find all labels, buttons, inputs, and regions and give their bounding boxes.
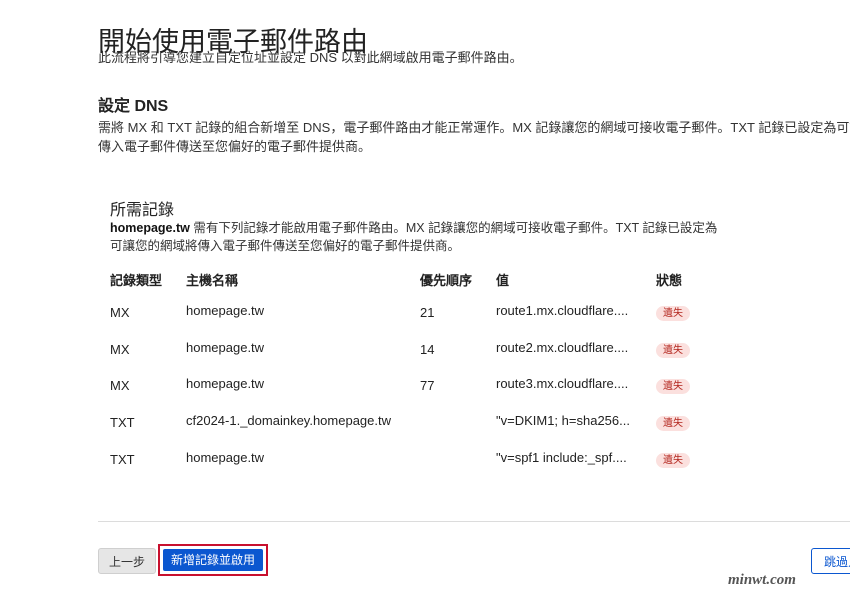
record-value: "v=spf1 include:_spf.... xyxy=(496,450,627,465)
record-type: TXT xyxy=(110,415,135,430)
records-title: 所需記錄 xyxy=(110,202,175,219)
record-priority: 21 xyxy=(420,305,435,320)
record-priority: 77 xyxy=(420,378,435,393)
record-type: MX xyxy=(110,305,130,320)
record-host: homepage.tw xyxy=(186,376,265,391)
add-records-and-enable-button[interactable]: 新增記錄並啟用 xyxy=(163,549,263,571)
column-header-host: 主機名稱 xyxy=(186,273,239,288)
page-intro: 此流程將引導您建立自定位址並設定 DNS 以對此網域啟用電子郵件路由。 xyxy=(98,50,523,65)
records-description: homepage.tw 需有下列記錄才能啟用電子郵件路由。MX 記錄讓您的網域可… xyxy=(110,219,717,255)
skip-button[interactable]: 跳過入 xyxy=(811,548,850,574)
record-host: cf2024-1._domainkey.homepage.tw xyxy=(186,413,391,428)
status-badge: 遺失 xyxy=(656,343,690,358)
status-badge: 遺失 xyxy=(656,379,690,394)
record-value: route3.mx.cloudflare.... xyxy=(496,376,629,391)
record-value: route1.mx.cloudflare.... xyxy=(496,303,629,318)
record-host: homepage.tw xyxy=(186,340,265,355)
records-desc-line-1-rest: 需有下列記錄才能啟用電子郵件路由。MX 記錄讓您的網域可接收電子郵件。TXT 記… xyxy=(189,221,718,235)
footer-divider xyxy=(98,521,850,522)
records-desc-line-1: homepage.tw 需有下列記錄才能啟用電子郵件路由。MX 記錄讓您的網域可… xyxy=(110,219,717,237)
records-domain: homepage.tw xyxy=(110,221,190,235)
back-button[interactable]: 上一步 xyxy=(98,548,156,574)
record-value: route2.mx.cloudflare.... xyxy=(496,340,629,355)
record-host: homepage.tw xyxy=(186,450,265,465)
records-desc-line-2: 可讓您的網域將傳入電子郵件傳送至您偏好的電子郵件提供商。 xyxy=(110,239,461,253)
dns-section-title: 設定 DNS xyxy=(98,98,169,115)
record-priority: 14 xyxy=(420,342,435,357)
add-enable-button-highlight: 新增記錄並啟用 xyxy=(158,544,268,576)
record-type: MX xyxy=(110,342,130,357)
column-header-type: 記錄類型 xyxy=(110,273,163,288)
status-badge: 遺失 xyxy=(656,453,690,468)
record-type: TXT xyxy=(110,452,135,467)
status-badge: 遺失 xyxy=(656,416,690,431)
status-badge: 遺失 xyxy=(656,306,690,321)
column-header-priority: 優先順序 xyxy=(420,273,473,288)
dns-desc-line-2: 傳入電子郵件傳送至您偏好的電子郵件提供商。 xyxy=(98,139,372,154)
dns-section-description: 需將 MX 和 TXT 記錄的組合新增至 DNS，電子郵件路由才能正常運作。MX… xyxy=(98,118,850,158)
watermark-logo: minwt.com xyxy=(728,572,796,588)
record-host: homepage.tw xyxy=(186,303,265,318)
column-header-status: 狀態 xyxy=(656,273,683,288)
record-value: "v=DKIM1; h=sha256... xyxy=(496,413,630,428)
record-type: MX xyxy=(110,378,130,393)
dns-desc-line-1: 需將 MX 和 TXT 記錄的組合新增至 DNS，電子郵件路由才能正常運作。MX… xyxy=(98,120,850,135)
column-header-value: 值 xyxy=(496,273,510,288)
